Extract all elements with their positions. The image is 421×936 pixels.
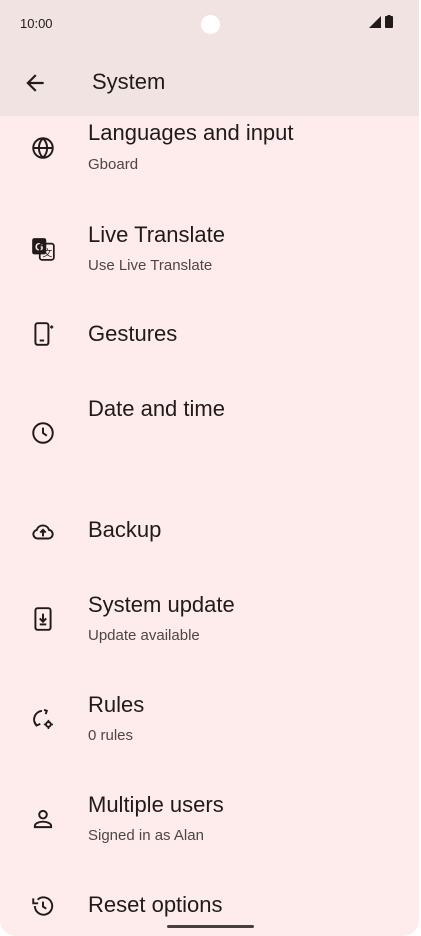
item-label: Languages and input	[88, 120, 294, 145]
battery-icon	[385, 15, 393, 28]
settings-item-rules[interactable]: Rules 0 rules	[0, 674, 419, 774]
item-label: System update	[88, 592, 235, 617]
camera-cutout	[201, 15, 220, 34]
person-icon	[30, 806, 56, 832]
top-app-bar: 10:00 System	[0, 0, 419, 116]
item-label: Live Translate	[88, 222, 225, 247]
history-icon	[30, 893, 56, 919]
item-subtitle: Update available	[88, 627, 200, 644]
item-subtitle: Signed in as Alan	[88, 827, 204, 844]
settings-item-languages[interactable]: Languages and input Gboard	[0, 116, 419, 212]
item-label: Gestures	[88, 321, 178, 346]
svg-text:文: 文	[42, 247, 52, 260]
item-subtitle: Gboard	[88, 156, 139, 173]
signal-icon	[369, 15, 381, 28]
settings-item-backup[interactable]: Backup	[0, 500, 419, 574]
arrow-back-icon	[26, 74, 44, 92]
phone-screen: 10:00 System Languages and input Gboard …	[0, 0, 419, 936]
system-update-icon	[30, 606, 56, 632]
settings-item-date-time[interactable]: Date and time	[0, 386, 419, 500]
gestures-phone-icon	[30, 321, 56, 347]
translate-icon: G 文	[30, 236, 56, 262]
item-label: Date and time	[88, 396, 225, 421]
item-label: Multiple users	[88, 792, 224, 817]
cloud-upload-icon	[30, 519, 56, 545]
settings-item-live-translate[interactable]: G 文 Live Translate Use Live Translate	[0, 212, 419, 312]
status-time: 10:00	[20, 16, 53, 31]
settings-item-system-update[interactable]: System update Update available	[0, 574, 419, 674]
status-icons	[369, 15, 393, 28]
page-title: System	[92, 69, 166, 94]
item-label: Reset options	[88, 892, 223, 917]
item-label: Rules	[88, 692, 145, 717]
settings-item-multiple-users[interactable]: Multiple users Signed in as Alan	[0, 774, 419, 874]
clock-icon	[30, 420, 56, 446]
back-button[interactable]	[22, 70, 48, 96]
globe-icon	[30, 135, 56, 161]
item-subtitle: Use Live Translate	[88, 257, 213, 274]
home-indicator[interactable]	[167, 925, 254, 928]
item-label: Backup	[88, 517, 162, 542]
settings-item-gestures[interactable]: Gestures	[0, 312, 419, 386]
item-subtitle: 0 rules	[88, 727, 134, 744]
rules-sync-icon	[30, 706, 56, 732]
